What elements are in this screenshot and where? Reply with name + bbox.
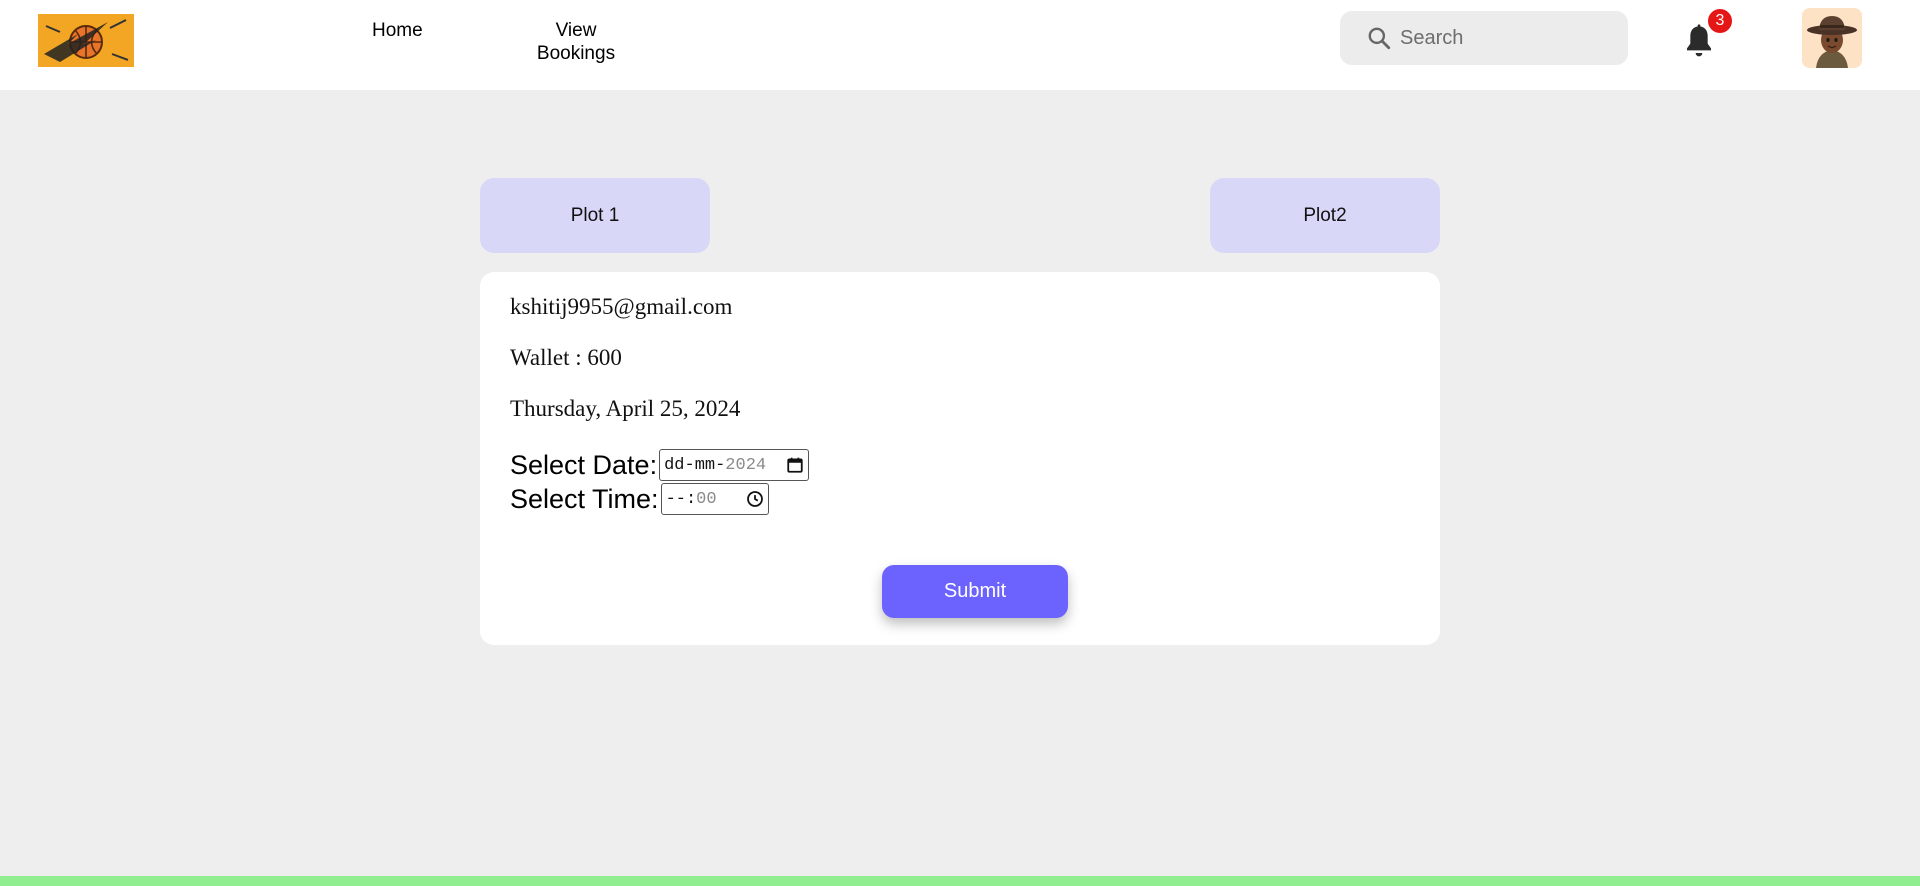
time-row: Select Time: --:00	[510, 482, 769, 516]
date-month: mm	[694, 455, 716, 475]
cowboy-avatar-icon	[1802, 8, 1862, 68]
date-separator: -	[715, 455, 726, 475]
date-input[interactable]: dd - mm -2024	[659, 449, 810, 481]
date-row: Select Date: dd - mm -2024	[510, 448, 810, 482]
date-separator: -	[684, 455, 695, 475]
calendar-icon[interactable]	[786, 456, 804, 474]
top-navbar: Home View Bookings 3	[0, 0, 1920, 90]
select-date-label: Select Date:	[510, 449, 658, 480]
plot-2-button[interactable]: Plot2	[1210, 178, 1440, 253]
notification-badge: 3	[1708, 9, 1732, 33]
search-icon	[1368, 27, 1391, 50]
wallet-balance: Wallet : 600	[510, 345, 622, 370]
basketball-logo[interactable]	[38, 14, 134, 67]
nav-home-link[interactable]: Home	[372, 19, 423, 42]
submit-button[interactable]: Submit	[882, 565, 1068, 618]
date-day: dd	[664, 455, 685, 475]
user-email: kshitij9955@gmail.com	[510, 294, 733, 319]
booking-card: kshitij9955@gmail.com Wallet : 600 Thurs…	[480, 272, 1440, 645]
date-year: 2024	[725, 455, 767, 475]
select-time-label: Select Time:	[510, 483, 659, 514]
nav-view-bookings-link[interactable]: View Bookings	[530, 19, 622, 65]
avatar[interactable]	[1802, 8, 1862, 68]
time-hours: --	[665, 489, 686, 509]
time-separator: :	[685, 489, 697, 509]
current-date: Thursday, April 25, 2024	[510, 396, 741, 421]
time-minutes: 00	[696, 489, 717, 509]
clock-icon[interactable]	[746, 490, 764, 508]
search-box[interactable]	[1340, 11, 1628, 65]
time-input[interactable]: --:00	[660, 483, 769, 515]
footer-bar	[0, 876, 1920, 886]
search-input[interactable]	[1400, 11, 1615, 65]
plot-1-button[interactable]: Plot 1	[480, 178, 710, 253]
